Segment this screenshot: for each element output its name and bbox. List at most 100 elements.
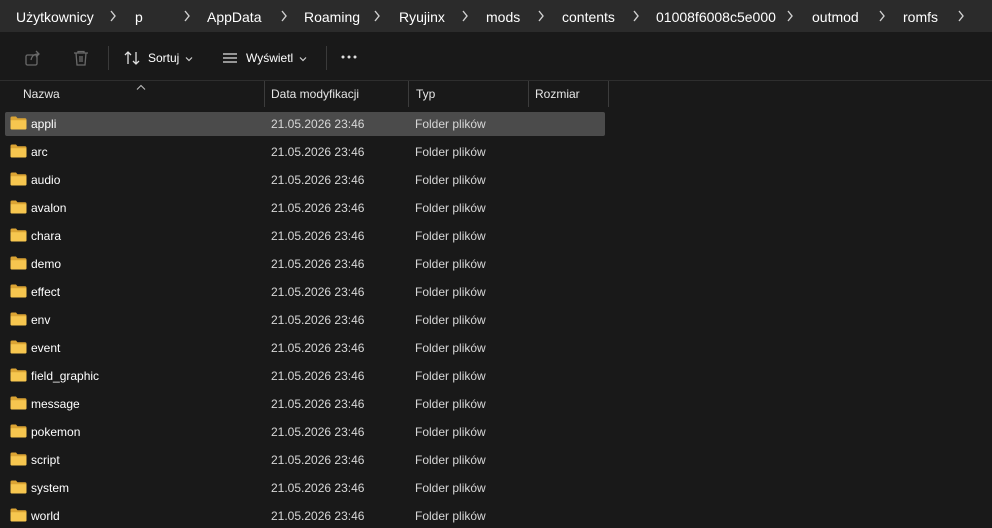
file-date-modified: 21.05.2026 23:46 — [271, 397, 365, 411]
file-date-modified: 21.05.2026 23:46 — [271, 173, 365, 187]
column-divider[interactable] — [528, 81, 529, 107]
view-label: Wyświetl — [246, 51, 294, 65]
folder-icon — [10, 172, 27, 186]
chevron-right-icon[interactable] — [373, 10, 381, 22]
breadcrumb-item-romfs[interactable]: romfs — [903, 8, 938, 25]
folder-icon — [10, 284, 27, 298]
column-divider[interactable] — [408, 81, 409, 107]
file-row[interactable]: world 21.05.2026 23:46 Folder plików — [5, 504, 605, 528]
delete-button[interactable] — [72, 49, 90, 70]
file-date-modified: 21.05.2026 23:46 — [271, 257, 365, 271]
folder-icon — [10, 312, 27, 326]
toolbar-divider — [108, 46, 109, 70]
breadcrumb: Użytkownicy p AppData Roaming Ryujinx mo… — [0, 0, 992, 32]
file-date-modified: 21.05.2026 23:46 — [271, 117, 365, 131]
chevron-down-icon — [299, 51, 307, 65]
file-type: Folder plików — [415, 369, 486, 383]
file-date-modified: 21.05.2026 23:46 — [271, 453, 365, 467]
file-row[interactable]: env 21.05.2026 23:46 Folder plików — [5, 308, 605, 332]
file-date-modified: 21.05.2026 23:46 — [271, 369, 365, 383]
column-divider[interactable] — [608, 81, 609, 107]
file-row[interactable]: message 21.05.2026 23:46 Folder plików — [5, 392, 605, 416]
folder-icon — [10, 256, 27, 270]
file-date-modified: 21.05.2026 23:46 — [271, 313, 365, 327]
file-name: system — [31, 481, 70, 495]
chevron-right-icon[interactable] — [878, 10, 886, 22]
breadcrumb-item-appdata[interactable]: AppData — [207, 8, 261, 25]
file-row[interactable]: arc 21.05.2026 23:46 Folder plików — [5, 140, 605, 164]
file-name: avalon — [31, 201, 67, 215]
folder-icon — [10, 144, 27, 158]
sort-button[interactable]: Sortuj — [123, 49, 193, 67]
folder-icon — [10, 228, 27, 242]
folder-icon — [10, 424, 27, 438]
file-date-modified: 21.05.2026 23:46 — [271, 229, 365, 243]
breadcrumb-item-uzytkownicy[interactable]: Użytkownicy — [16, 8, 94, 25]
breadcrumb-item-p[interactable]: p — [135, 8, 143, 25]
column-size[interactable]: Rozmiar — [535, 81, 580, 107]
toolbar-divider — [326, 46, 327, 70]
file-name: pokemon — [31, 425, 81, 439]
chevron-right-icon[interactable] — [461, 10, 469, 22]
file-name: effect — [31, 285, 61, 299]
breadcrumb-item-outmod[interactable]: outmod — [812, 8, 859, 25]
file-name: field_graphic — [31, 369, 100, 383]
column-date-modified[interactable]: Data modyfikacji — [271, 81, 359, 107]
column-type[interactable]: Typ — [416, 81, 435, 107]
chevron-right-icon[interactable] — [537, 10, 545, 22]
file-name: arc — [31, 145, 48, 159]
chevron-right-icon[interactable] — [632, 10, 640, 22]
breadcrumb-item-roaming[interactable]: Roaming — [304, 8, 360, 25]
file-type: Folder plików — [415, 257, 486, 271]
breadcrumb-item-contents[interactable]: contents — [562, 8, 615, 25]
file-type: Folder plików — [415, 173, 486, 187]
file-type: Folder plików — [415, 313, 486, 327]
chevron-right-icon[interactable] — [280, 10, 288, 22]
file-row[interactable]: script 21.05.2026 23:46 Folder plików — [5, 448, 605, 472]
more-options-button[interactable] — [340, 48, 358, 68]
file-date-modified: 21.05.2026 23:46 — [271, 341, 365, 355]
file-type: Folder plików — [415, 341, 486, 355]
file-type: Folder plików — [415, 453, 486, 467]
file-row[interactable]: demo 21.05.2026 23:46 Folder plików — [5, 252, 605, 276]
share-icon — [24, 49, 42, 70]
trash-icon — [72, 49, 90, 70]
file-type: Folder plików — [415, 509, 486, 523]
file-row[interactable]: field_graphic 21.05.2026 23:46 Folder plik… — [5, 364, 605, 388]
folder-icon — [10, 396, 27, 410]
column-header: Nazwa Data modyfikacji Typ Rozmiar — [0, 81, 992, 107]
chevron-right-icon[interactable] — [183, 10, 191, 22]
breadcrumb-item-mods[interactable]: mods — [486, 8, 520, 25]
view-icon — [221, 49, 239, 67]
breadcrumb-item-ryujinx[interactable]: Ryujinx — [399, 8, 445, 25]
breadcrumb-item-title-id[interactable]: 01008f6008c5e000 — [656, 8, 776, 25]
file-type: Folder plików — [415, 117, 486, 131]
file-name: event — [31, 341, 61, 355]
chevron-down-icon — [185, 51, 193, 65]
file-row[interactable]: appli 21.05.2026 23:46 Folder plików — [5, 112, 605, 136]
chevron-right-icon[interactable] — [957, 10, 965, 22]
file-date-modified: 21.05.2026 23:46 — [271, 481, 365, 495]
file-row[interactable]: effect 21.05.2026 23:46 Folder plików — [5, 280, 605, 304]
file-row[interactable]: chara 21.05.2026 23:46 Folder plików — [5, 224, 605, 248]
file-date-modified: 21.05.2026 23:46 — [271, 201, 365, 215]
share-button[interactable] — [24, 49, 42, 70]
file-row[interactable]: audio 21.05.2026 23:46 Folder plików — [5, 168, 605, 192]
file-row[interactable]: pokemon 21.05.2026 23:46 Folder plików — [5, 420, 605, 444]
column-divider[interactable] — [264, 81, 265, 107]
chevron-right-icon[interactable] — [109, 10, 117, 22]
column-name[interactable]: Nazwa — [23, 81, 60, 107]
sort-icon — [123, 49, 141, 67]
file-name: message — [31, 397, 80, 411]
sort-ascending-icon — [136, 80, 146, 94]
chevron-right-icon[interactable] — [786, 10, 794, 22]
file-row[interactable]: system 21.05.2026 23:46 Folder plików — [5, 476, 605, 500]
file-type: Folder plików — [415, 229, 486, 243]
file-row[interactable]: avalon 21.05.2026 23:46 Folder plików — [5, 196, 605, 220]
file-type: Folder plików — [415, 201, 486, 215]
file-date-modified: 21.05.2026 23:46 — [271, 145, 365, 159]
file-type: Folder plików — [415, 481, 486, 495]
view-button[interactable]: Wyświetl — [221, 49, 307, 67]
file-type: Folder plików — [415, 285, 486, 299]
file-row[interactable]: event 21.05.2026 23:46 Folder plików — [5, 336, 605, 360]
